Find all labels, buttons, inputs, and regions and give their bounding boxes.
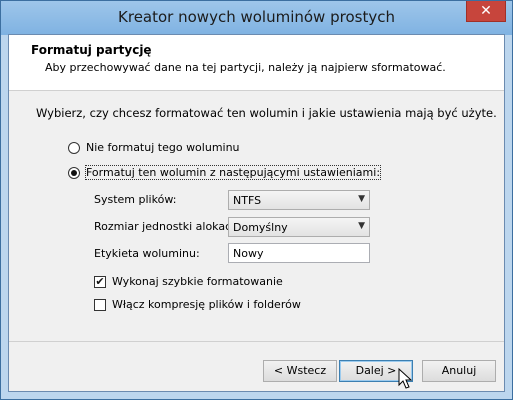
allocation-unit-label: Rozmiar jednostki alokacji: xyxy=(94,220,241,233)
format-radio[interactable] xyxy=(68,167,80,179)
no-format-radio[interactable] xyxy=(68,142,80,154)
title-bar[interactable]: Kreator nowych woluminów prostych ✕ xyxy=(1,1,512,35)
quick-format-label[interactable]: Wykonaj szybkie formatowanie xyxy=(112,275,283,288)
file-system-select[interactable]: NTFS ▼ xyxy=(228,190,370,210)
quick-format-checkbox[interactable]: ✔ xyxy=(94,276,106,288)
back-button[interactable]: < Wstecz xyxy=(263,360,337,382)
volume-label-input[interactable]: Nowy xyxy=(228,243,370,263)
volume-label-label: Etykieta woluminu: xyxy=(94,247,200,260)
wizard-body: Formatuj partycję Aby przechowywać dane … xyxy=(8,34,505,392)
compression-label[interactable]: Włącz kompresję plików i folderów xyxy=(112,298,301,311)
chevron-down-icon: ▼ xyxy=(358,194,365,204)
file-system-value: NTFS xyxy=(233,194,262,207)
file-system-label: System plików: xyxy=(94,193,177,206)
compression-checkbox[interactable] xyxy=(94,299,106,311)
close-icon: ✕ xyxy=(480,3,492,19)
chevron-down-icon: ▼ xyxy=(358,221,365,231)
no-format-label[interactable]: Nie formatuj tego woluminu xyxy=(86,141,240,154)
mouse-pointer-icon xyxy=(398,368,412,389)
window-title: Kreator nowych woluminów prostych xyxy=(118,8,395,26)
format-label[interactable]: Formatuj ten wolumin z następującymi ust… xyxy=(84,165,382,180)
footer-divider xyxy=(9,341,504,342)
cancel-button[interactable]: Anuluj xyxy=(422,360,496,382)
allocation-unit-select[interactable]: Domyślny ▼ xyxy=(228,217,370,237)
page-subtitle: Aby przechowywać dane na tej partycji, n… xyxy=(45,61,446,74)
volume-label-value: Nowy xyxy=(233,247,264,260)
wizard-window: Kreator nowych woluminów prostych ✕ Form… xyxy=(0,0,513,400)
instruction-text: Wybierz, czy chcesz formatować ten wolum… xyxy=(36,106,497,120)
checkmark-icon: ✔ xyxy=(95,275,105,288)
page-title: Formatuj partycję xyxy=(31,43,152,57)
allocation-unit-value: Domyślny xyxy=(233,221,288,234)
wizard-header: Formatuj partycję Aby przechowywać dane … xyxy=(9,35,504,91)
close-button[interactable]: ✕ xyxy=(466,1,506,22)
